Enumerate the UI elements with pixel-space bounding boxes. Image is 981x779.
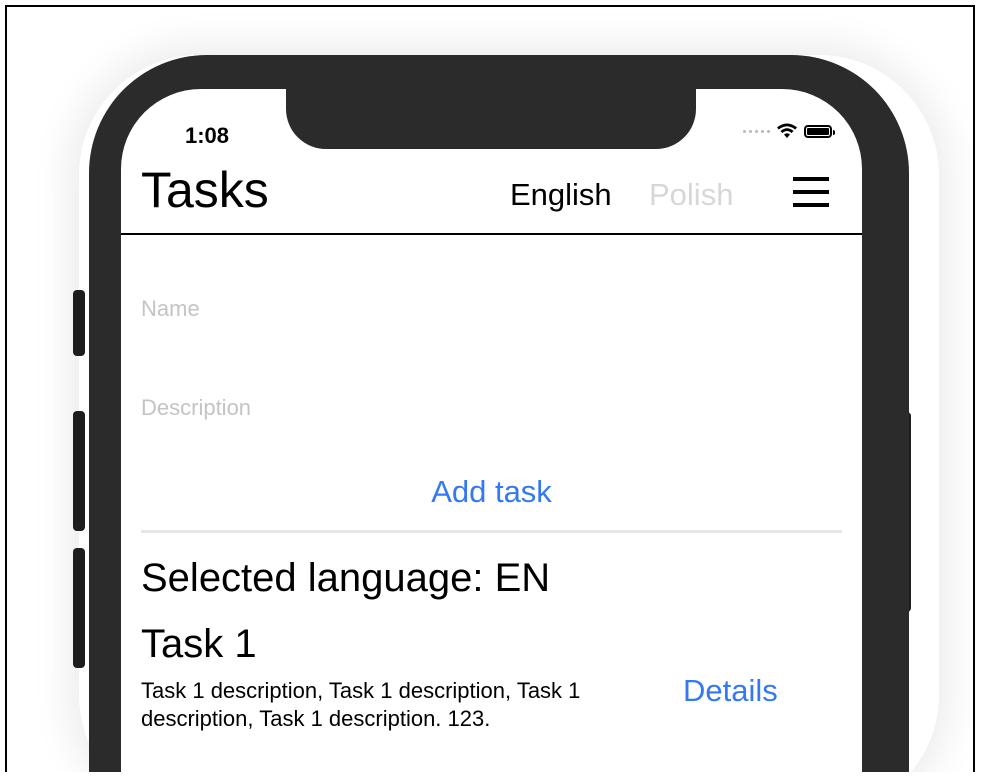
task-details-link[interactable]: Details	[683, 673, 778, 709]
name-input[interactable]: Name	[141, 296, 200, 322]
task-description: Task 1 description, Task 1 description, …	[141, 678, 581, 731]
status-time: 1:08	[185, 123, 230, 148]
wifi-icon	[777, 123, 797, 138]
mute-switch	[73, 290, 85, 356]
battery-icon	[804, 124, 835, 138]
status-indicators	[743, 123, 835, 139]
volume-up-button	[73, 411, 85, 531]
device-notch	[286, 89, 696, 149]
description-input[interactable]: Description	[141, 395, 251, 421]
page-title: Tasks	[141, 162, 269, 218]
language-option-english[interactable]: English	[510, 177, 612, 213]
app-header: Tasks English Polish	[121, 149, 862, 235]
app-screen: 1:08 Tasks English Polish Name Descripti…	[121, 89, 862, 779]
volume-down-button	[73, 548, 85, 668]
language-option-polish[interactable]: Polish	[649, 177, 733, 213]
signal-icon	[743, 129, 770, 133]
hamburger-menu-icon[interactable]	[793, 177, 829, 207]
divider	[141, 530, 842, 533]
add-task-button[interactable]: Add task	[121, 474, 862, 510]
task-title: Task 1	[141, 622, 257, 666]
selected-language-label: Selected language: EN	[141, 556, 551, 600]
